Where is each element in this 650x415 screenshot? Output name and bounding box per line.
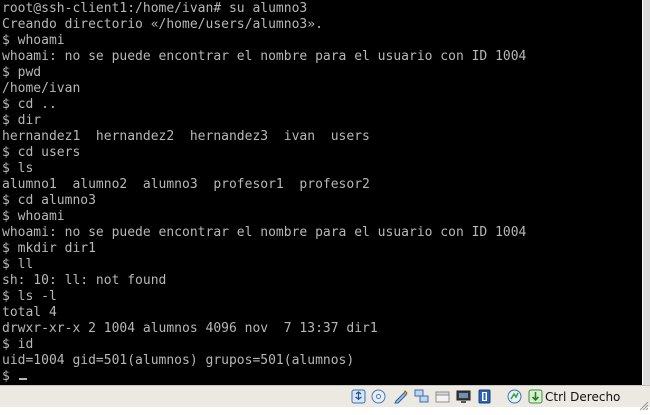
terminal-line: root@ssh-client1:/home/ivan# su alumno3 [2, 1, 308, 16]
resize-grip-icon[interactable] [639, 396, 649, 411]
terminal-line: $ id [2, 337, 34, 352]
terminal-line: $ whoami [2, 209, 65, 224]
terminal-line: hernandez1 hernandez2 hernandez3 ivan us… [2, 129, 370, 144]
terminal-line: $ whoami [2, 33, 65, 48]
display-icon[interactable] [456, 389, 471, 404]
terminal-prompt: $ [2, 369, 18, 384]
host-key-label: Ctrl Derecho [545, 390, 621, 404]
terminal-line: uid=1004 gid=501(alumnos) grupos=501(alu… [2, 353, 355, 368]
vm-status-bar: Ctrl Derecho [0, 385, 650, 411]
optical-drive-icon[interactable] [371, 389, 386, 404]
terminal-line: /home/ivan [2, 81, 81, 96]
terminal-line: $ cd users [2, 145, 81, 160]
mouse-integration-icon[interactable] [528, 389, 543, 404]
shared-folder-icon[interactable] [435, 389, 450, 404]
cpu-icon[interactable] [507, 389, 522, 404]
terminal-line: whoami: no se puede encontrar el nombre … [2, 49, 527, 64]
terminal-line: $ ls [2, 161, 34, 176]
vertical-scrollbar[interactable] [643, 0, 650, 385]
terminal-line: Creando directorio «/home/users/alumno3»… [2, 17, 323, 32]
terminal-line: $ ll [2, 257, 34, 272]
terminal-line: $ mkdir dir1 [2, 241, 96, 256]
terminal-window[interactable]: root@ssh-client1:/home/ivan# su alumno3 … [0, 0, 642, 385]
terminal-line: total 4 [2, 305, 57, 320]
terminal-line: $ ls -l [2, 289, 57, 304]
terminal-line: drwxr-xr-x 2 1004 alumnos 4096 nov 7 13:… [2, 321, 378, 336]
terminal-line: $ cd .. [2, 97, 57, 112]
usb-icon[interactable] [351, 389, 366, 404]
terminal-line: $ pwd [2, 65, 42, 80]
network-icon[interactable] [414, 389, 429, 404]
terminal-line: sh: 10: ll: not found [2, 273, 167, 288]
video-capture-icon[interactable] [477, 389, 492, 404]
terminal-line: whoami: no se puede encontrar el nombre … [2, 225, 527, 240]
terminal-prompt-line[interactable]: $ [2, 369, 27, 385]
terminal-line: $ cd alumno3 [2, 193, 96, 208]
terminal-line: alumno1 alumno2 alumno3 profesor1 profes… [2, 177, 370, 192]
terminal-line: $ dir [2, 113, 42, 128]
floppy-icon[interactable] [393, 389, 408, 404]
terminal-cursor [18, 378, 27, 380]
